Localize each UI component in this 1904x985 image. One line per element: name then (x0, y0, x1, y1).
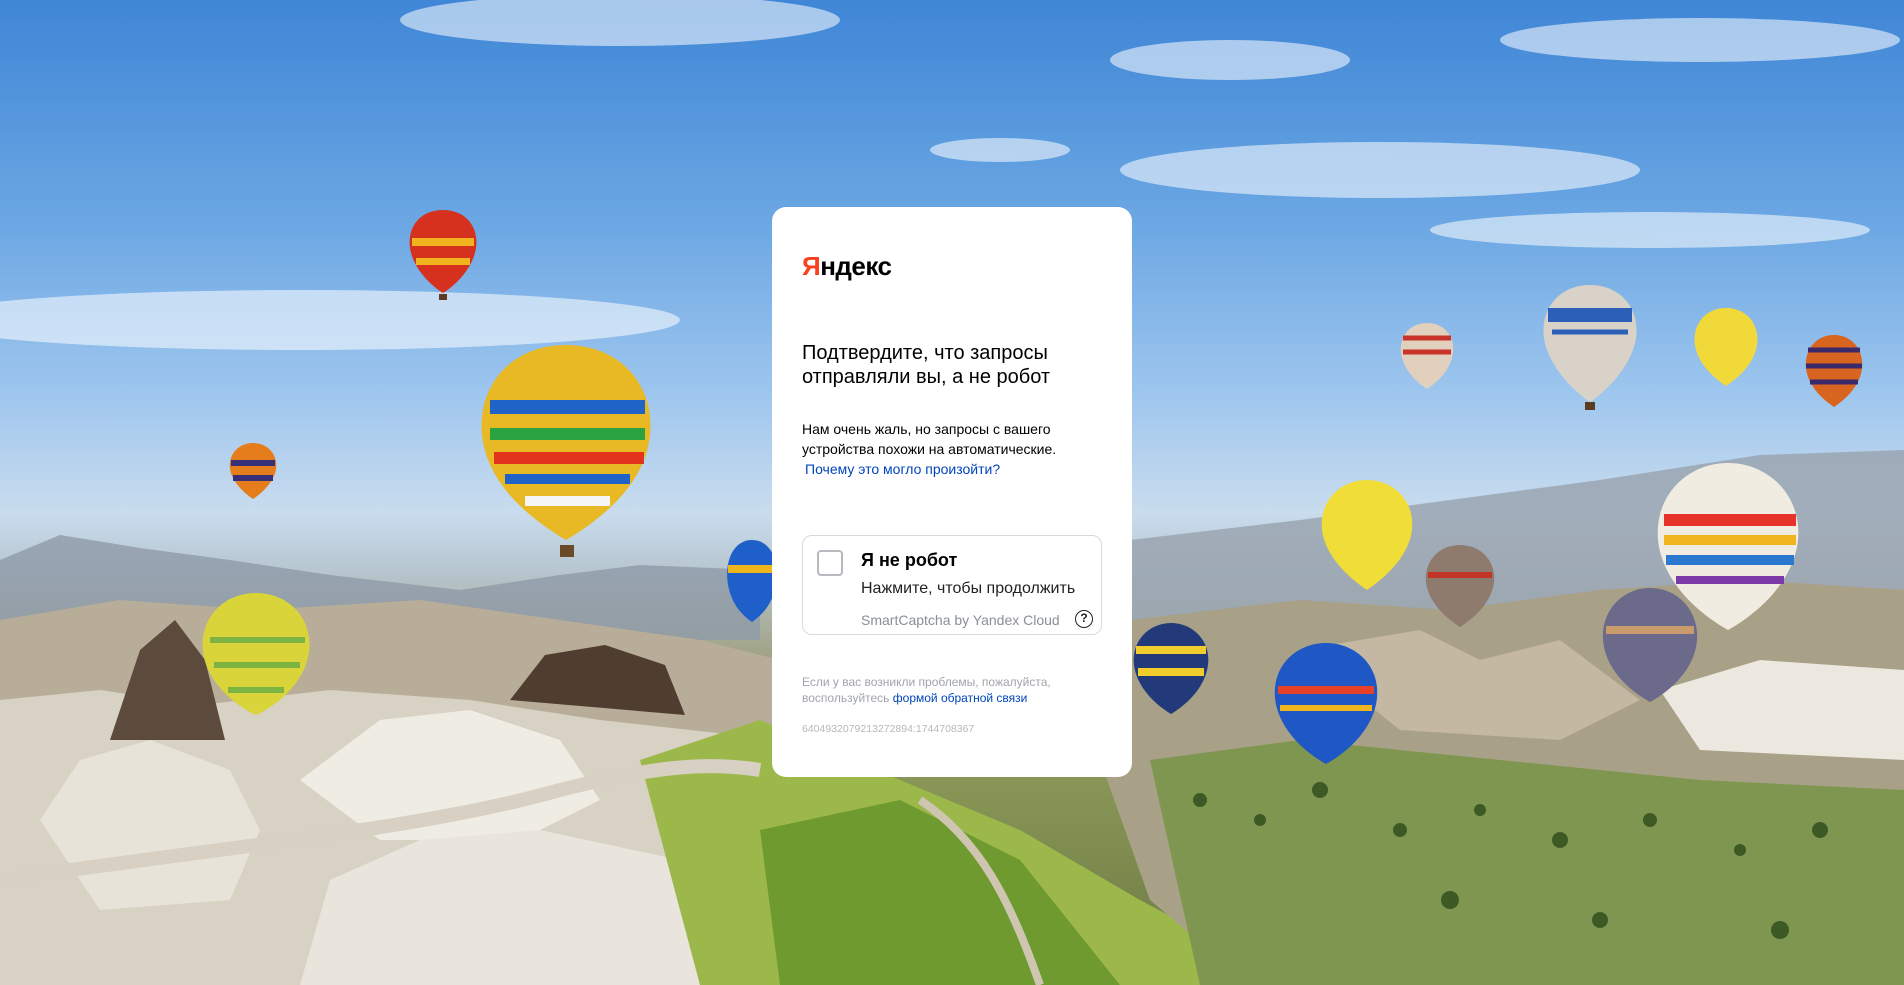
description-text: Нам очень жаль, но запросы с вашего устр… (802, 421, 1057, 457)
captcha-provider: SmartCaptcha by Yandex Cloud (861, 612, 1060, 628)
feedback-form-link[interactable]: формой обратной связи (893, 691, 1028, 705)
feedback-note: Если у вас возникли проблемы, пожалуйста… (802, 674, 1102, 706)
page-title: Подтвердите, что запросы отправляли вы, … (802, 342, 1051, 388)
logo-rest: ндекс (820, 251, 892, 281)
captcha-card: Яндекс Подтвердите, что запросы отправля… (772, 207, 1132, 777)
captcha-hint: Нажмите, чтобы продолжить (861, 580, 1076, 597)
logo-first-letter: Я (802, 251, 821, 281)
yandex-logo: Яндекс (802, 251, 892, 282)
request-token: 6404932079213272894:1744708367 (802, 723, 975, 735)
checkbox-label: Я не робот (861, 550, 958, 570)
not-robot-checkbox[interactable] (817, 550, 843, 576)
why-link[interactable]: Почему это могло произойти? (805, 459, 1000, 479)
help-icon[interactable]: ? (1075, 610, 1093, 628)
smartcaptcha-widget[interactable]: Я не робот Нажмите, чтобы продолжить Sma… (802, 535, 1102, 635)
